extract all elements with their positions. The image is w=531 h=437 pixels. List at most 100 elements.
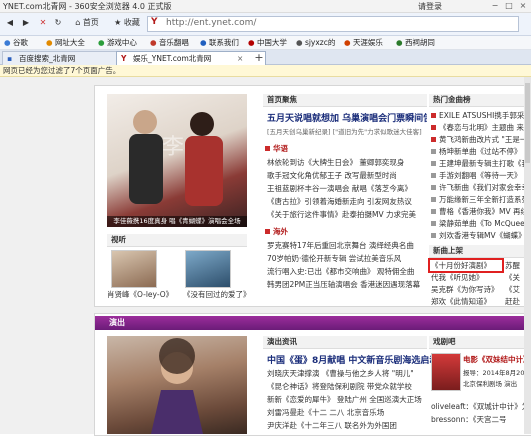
home-button[interactable]: ⌂ 首页 — [69, 16, 105, 30]
ad-filter-notice: 网页已经为您过滤了7个页面广告。 — [0, 65, 531, 77]
fav-icon: ● — [296, 38, 303, 47]
hot-song-item[interactable]: 梁静茹单曲《To McQueen》 东 — [431, 218, 529, 229]
fav-item[interactable]: ● 西祠胡同 — [396, 37, 435, 48]
new-tab-button[interactable]: + — [252, 51, 266, 64]
perf-link[interactable]: 尹庆洋赴《十二年三八 联名外为外国团 — [267, 420, 427, 431]
new-song-item[interactable]: 代我《听见她》 — [431, 272, 497, 283]
couple-photo-icon: 李 — [129, 110, 223, 206]
new-song-item[interactable]: 郑欢《此情知道》 — [431, 296, 497, 307]
performer-photo-icon — [151, 338, 203, 434]
tab-bar: ▪ 百度搜索_北青网 Y 娱乐_YNET.com北青网 × + — [0, 50, 531, 65]
video-header: 视听 — [107, 234, 247, 247]
hot-song-item[interactable]: 许飞新曲《我们对家会幸幸好学 — [431, 182, 529, 193]
news-link[interactable]: 《关于旅行这件事情》赴泰拍摄MV 力求完美 — [267, 209, 427, 220]
drama-comment[interactable]: oliveleaft：《双城计中计》为一部 — [431, 401, 529, 412]
bookmark-button[interactable]: ★ 收藏 — [109, 16, 145, 30]
minimize-button[interactable]: − — [489, 1, 501, 11]
section-overseas-title: 海外 — [265, 226, 425, 237]
perf-link[interactable]: 新新《恋爱的犀牛》 登陆广州 全国巡演大正场 — [267, 394, 427, 405]
photo-caption[interactable]: 李佳薇携16度真身 唱《青蝴蝶》演唱会全场 — [107, 216, 247, 227]
fav-item[interactable]: ● 音乐翻唱 — [150, 37, 189, 48]
news-link[interactable]: 歌手冠文化角优郁王子 改写最新型时尚 — [267, 170, 427, 181]
hot-song-item[interactable]: 《春恋与北明》主题曲 来北京演 — [431, 122, 529, 133]
focus-headline[interactable]: 五月天说唱就想加 乌巢演唱会门票瞬间告罄 — [267, 111, 427, 124]
tab-close-icon[interactable]: × — [237, 52, 243, 65]
news-link[interactable]: 韩男团2PM正当压轴演唱会 香港迷因遇现落幕 — [267, 279, 427, 290]
hot-song-item[interactable]: EXILE ATSUSHI携手郭采洁献唱 — [431, 110, 529, 121]
news-link[interactable]: 罗克赛特17年后重回北京舞台 演绎经典名曲 — [267, 240, 427, 251]
home-label: 首页 — [82, 18, 99, 27]
fav-item[interactable]: ● 联系我们 — [200, 37, 239, 48]
focus-sublinks[interactable]: [五月天创乌巢新纪录] ["道旧为先"力求似歌迷大佳客] — [267, 126, 427, 136]
forward-button[interactable]: ▶ — [19, 16, 33, 30]
rank-icon — [431, 209, 436, 214]
rank-icon — [431, 125, 436, 130]
svg-text:李: 李 — [162, 135, 184, 160]
perf-link[interactable]: 《昆仑神话》将登陆保利剧院 带党众就学校 — [267, 381, 427, 392]
hot-song-item[interactable]: 黄飞鸿新曲改片式 "王是一年春未易 — [431, 134, 529, 145]
fav-item[interactable]: ● 谷歌 — [4, 37, 28, 48]
tab-favicon-icon: ▪ — [7, 54, 13, 63]
drama-header: 戏剧吧 — [429, 336, 531, 349]
drama-comment[interactable]: bressonn：《天宫二号 — [431, 414, 529, 425]
rank-icon — [431, 173, 436, 178]
fav-item[interactable]: ● 网址大全 — [46, 37, 85, 48]
drama-title[interactable]: 电影《双妹结中计》 — [463, 354, 529, 365]
refresh-button[interactable]: ↻ — [52, 16, 64, 30]
performance-photo[interactable] — [107, 336, 247, 434]
news-link[interactable]: 《唐古拉》引领着海婚新走向 引发网友热议 — [267, 196, 427, 207]
performance-panel: 演出 演出资讯 中国《蛋》8月献唱 中文新音乐剧海选启动 刘晓庆天津撑演 《曹操… — [94, 313, 531, 436]
rank-icon — [431, 197, 436, 202]
top-panel: 李 李佳薇携16度真身 唱《青蝴蝶》演唱会全场 视听 肖贤峰《O-ley-O》 … — [94, 85, 531, 307]
featured-photo[interactable]: 李 — [107, 94, 247, 227]
perf-link[interactable]: 刘雷冯曼赴《十二 二八 北京音乐场 — [267, 407, 427, 418]
video-thumb[interactable] — [185, 250, 231, 288]
hot-song-item[interactable]: 杨坤新单曲《过站不停》 真爱入 — [431, 146, 529, 157]
close-window-button[interactable]: × — [517, 1, 529, 11]
fav-item[interactable]: ● 游戏中心 — [98, 37, 137, 48]
address-bar[interactable]: Y http://ent.ynet.com/ — [147, 16, 519, 32]
perf-news-header: 演出资讯 — [263, 336, 427, 349]
tab-ynet-ent[interactable]: Y 娱乐_YNET.com北青网 × — [116, 51, 266, 65]
back-button[interactable]: ◀ — [3, 16, 17, 30]
stop-button[interactable]: ✕ — [37, 16, 49, 30]
rank-icon — [431, 161, 436, 166]
login-link[interactable]: 请登录 — [418, 1, 442, 12]
new-song-item[interactable]: 《十月份好演剧》 — [431, 260, 497, 271]
video-caption[interactable]: 《没有回过的爱了》 — [183, 289, 253, 300]
video-caption[interactable]: 肖贤峰《O-ley-O》 — [107, 289, 177, 300]
news-link[interactable]: 流行唱入史:已出《都市交响曲》 观特佣全曲 — [267, 266, 427, 277]
rank-icon — [431, 113, 436, 118]
hot-song-item[interactable]: 刘欢香港专辑MV《蝴蝶》 MV 赚入 — [431, 230, 529, 241]
performance-band: 演出 — [95, 316, 531, 330]
news-link[interactable]: 70岁帕奶·德伦开新专辑 尝试拉美音乐风 — [267, 253, 427, 264]
video-thumb[interactable] — [111, 250, 157, 288]
news-link[interactable]: 林依轮到访《大牌生日会》 董卿郭奕现身 — [267, 157, 427, 168]
new-song-item[interactable]: 吴克群《为你写诗》 — [431, 284, 497, 295]
tab-baidu[interactable]: ▪ 百度搜索_北青网 — [2, 51, 132, 65]
url-text: http://ent.ynet.com/ — [166, 18, 257, 28]
fav-item[interactable]: ● sjyxzc的 — [296, 37, 335, 48]
maximize-button[interactable]: □ — [503, 1, 515, 11]
hot-song-item[interactable]: 曹格《香港你我》MV 再续捕获 — [431, 206, 529, 217]
tab-label: 百度搜索_北青网 — [19, 54, 76, 63]
new-songs-header: 新曲上架 — [429, 245, 531, 258]
scrollbar-thumb[interactable] — [525, 83, 530, 163]
rank-icon — [431, 185, 436, 190]
drama-detail: 报导：2014年8月20 — [463, 369, 525, 377]
fav-item[interactable]: ● 天涯娱乐 — [344, 37, 383, 48]
news-link[interactable]: 王祖蓝剧杯丰谷一演唱会 献唱《落芝今离》 — [267, 183, 427, 194]
hot-song-item[interactable]: 万能缘新三年全新打造系列曲 — [431, 194, 529, 205]
drama-poster[interactable] — [431, 353, 461, 391]
hot-song-item[interactable]: 手游刘翻唱《等待一天》 恋爱 — [431, 170, 529, 181]
perf-headline[interactable]: 中国《蛋》8月献唱 中文新音乐剧海选启动 — [267, 353, 433, 366]
section-chinese-title: 华语 — [265, 143, 425, 154]
perf-link[interactable]: 刘晓庆天津撑演 《曹操与他之乡人将 "明儿" — [267, 368, 427, 379]
fav-icon: ● — [4, 38, 11, 47]
fav-item[interactable]: ● 中国大学 — [248, 37, 287, 48]
fav-icon: ● — [396, 38, 403, 47]
hot-song-item[interactable]: 王建坤最新专辑主打歌《我的生 — [431, 158, 529, 169]
fav-icon: ● — [248, 38, 255, 47]
focus-header: 首页聚焦 — [263, 94, 427, 107]
bookmark-label: 收藏 — [123, 18, 140, 27]
